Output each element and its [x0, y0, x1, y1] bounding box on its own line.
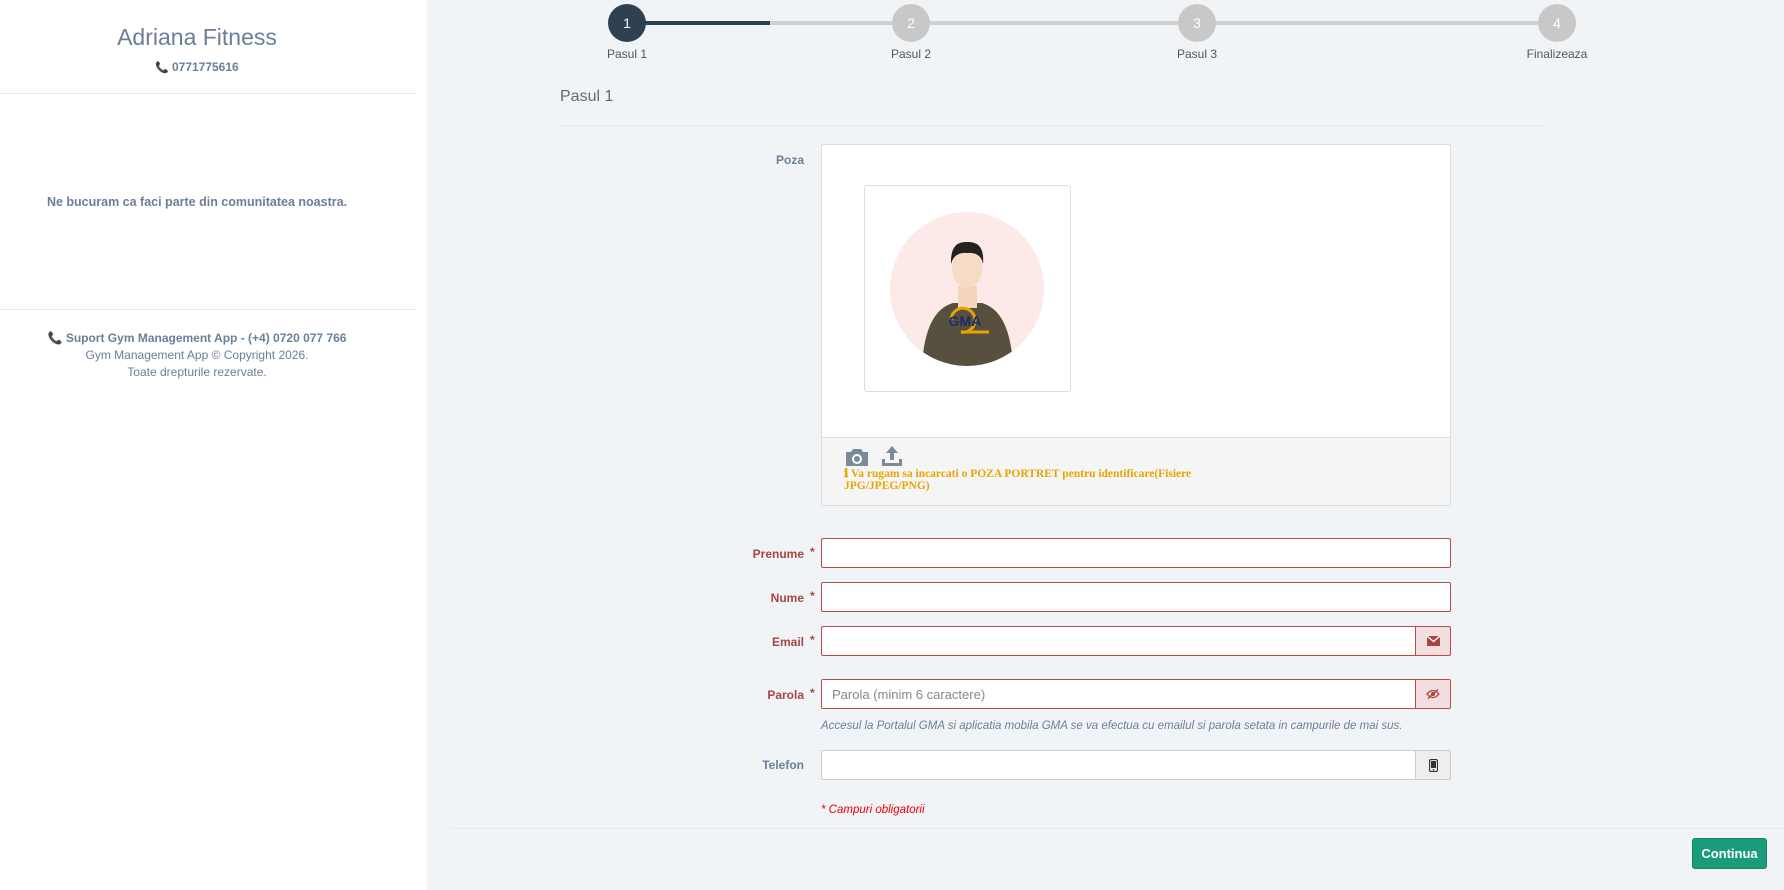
login-hint: Accesul la Portalul GMA si aplicatia mob… [821, 720, 1403, 732]
envelope-icon [1426, 636, 1440, 646]
phone-icon: 📞 [47, 331, 63, 345]
password-field[interactable] [821, 679, 1416, 709]
email-addon [1415, 626, 1451, 656]
camera-icon[interactable] [844, 446, 870, 468]
step-3-circle[interactable]: 3 [1178, 4, 1216, 42]
photo-upload-panel: GMA ℹ Va rugam sa incarcati o POZA PORTR… [821, 144, 1451, 506]
gym-phone-number: 0771775616 [171, 60, 239, 74]
photo-note-text: Va rugam sa incarcati o POZA PORTRET pen… [844, 468, 1192, 492]
sidebar: Adriana Fitness 📞 0771775616 Ne bucuram c… [0, 0, 427, 890]
photo-instructions: ℹ Va rugam sa incarcati o POZA PORTRET p… [844, 468, 1244, 492]
phone-label: Telefon [762, 758, 804, 772]
section-divider [560, 125, 1548, 126]
sidebar-divider [0, 309, 416, 310]
info-icon: ℹ [844, 468, 849, 480]
rights-reserved: Toate drepturile rezervate. [127, 365, 267, 379]
photo-upload-toolbar: ℹ Va rugam sa incarcati o POZA PORTRET p… [822, 437, 1450, 505]
sidebar-divider [0, 93, 416, 94]
required-asterisk: * [810, 589, 815, 603]
last-name-input[interactable] [821, 582, 1451, 612]
copyright: Gym Management App © Copyright 2026. [85, 348, 309, 362]
email-label: Email [771, 635, 804, 649]
phone-field[interactable] [821, 750, 1416, 780]
step-4-circle[interactable]: 4 [1538, 4, 1576, 42]
upload-icon[interactable] [880, 444, 904, 468]
continue-button[interactable]: Continua [1692, 838, 1767, 869]
photo-label: Poza [775, 153, 804, 167]
required-fields-note: * Campuri obligatorii [821, 804, 925, 816]
first-name-input[interactable] [821, 538, 1451, 568]
step-1-circle[interactable]: 1 [608, 4, 646, 42]
password-label: Parola [767, 688, 804, 702]
footer-divider [449, 828, 1784, 829]
mobile-phone-icon [1428, 758, 1438, 772]
gym-phone: 📞 0771775616 [0, 60, 394, 74]
phone-icon: 📞 [155, 62, 169, 74]
stepper-progress [627, 21, 770, 25]
first-name-label: Prenume [752, 547, 804, 561]
step-4-label: Finalizeaza [1526, 47, 1588, 61]
avatar-placeholder-icon: GMA [890, 212, 1044, 366]
required-asterisk: * [810, 545, 815, 559]
gym-name: Adriana Fitness [117, 24, 277, 50]
eye-slash-icon [1426, 689, 1440, 699]
support-text: Suport Gym Management App - (+4) 0720 07… [65, 331, 347, 345]
step-2-label: Pasul 2 [890, 47, 932, 61]
step-3-label: Pasul 3 [1176, 47, 1218, 61]
avatar-preview[interactable]: GMA [864, 185, 1071, 392]
last-name-label: Nume [770, 591, 804, 605]
toggle-password-button[interactable] [1415, 679, 1451, 709]
email-field[interactable] [821, 626, 1416, 656]
section-title: Pasul 1 [560, 88, 614, 105]
step-2-circle[interactable]: 2 [892, 4, 930, 42]
welcome-message: Ne bucuram ca faci parte din comunitatea… [46, 195, 348, 209]
support-contact: 📞 Suport Gym Management App - (+4) 0720 … [0, 331, 394, 345]
step-1-label: Pasul 1 [606, 47, 648, 61]
required-asterisk: * [810, 633, 815, 647]
phone-addon [1415, 750, 1451, 780]
required-asterisk: * [810, 686, 815, 700]
avatar-logo-text: GMA [949, 313, 982, 329]
